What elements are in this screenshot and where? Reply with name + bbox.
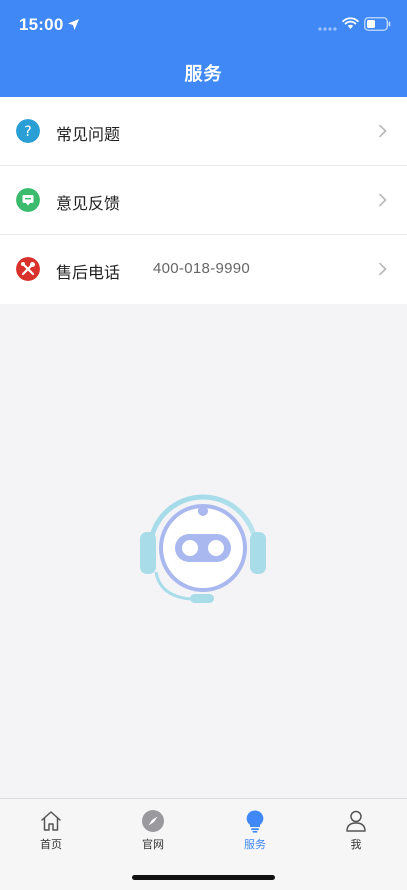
cellular-signal-icon	[318, 27, 337, 31]
tab-label: 我	[350, 838, 362, 851]
hotline-number[interactable]: 400-018-9990	[153, 260, 250, 277]
compass-icon	[142, 810, 164, 832]
battery-icon	[364, 17, 391, 31]
question-icon: ?	[16, 119, 40, 143]
feedback-icon	[16, 188, 40, 212]
bulb-icon	[246, 810, 264, 833]
tab-website[interactable]: 官网	[102, 799, 204, 859]
menu-item-hotline[interactable]: 售后电话 400-018-9990	[0, 235, 407, 304]
menu-item-label: 意见反馈	[56, 194, 121, 213]
tab-home[interactable]: 首页	[0, 799, 102, 859]
robot-assistant-icon	[140, 494, 266, 603]
home-icon	[41, 811, 61, 831]
svg-text:?: ?	[24, 124, 31, 140]
menu-item-label: 常见问题	[56, 125, 121, 144]
menu-item-feedback[interactable]: 意见反馈	[0, 166, 407, 235]
app-header: 15:00 服务	[0, 0, 407, 97]
tab-service[interactable]: 服务	[204, 799, 306, 859]
chevron-right-icon	[379, 124, 387, 138]
service-menu: ? 常见问题 意见反馈 售后电话 400-018-9990	[0, 97, 407, 304]
tab-label: 首页	[40, 838, 62, 851]
chevron-right-icon	[379, 262, 387, 276]
page-title: 服务	[184, 64, 223, 85]
tools-icon	[16, 257, 40, 281]
status-time: 15:00	[19, 15, 64, 34]
home-indicator	[132, 875, 275, 880]
location-arrow-icon	[68, 19, 79, 30]
person-icon	[346, 810, 366, 832]
wifi-icon	[342, 17, 359, 29]
chevron-right-icon	[379, 193, 387, 207]
tab-label: 官网	[142, 838, 164, 851]
menu-item-faq[interactable]: ? 常见问题	[0, 97, 407, 166]
menu-item-label: 售后电话	[56, 263, 121, 282]
tab-label: 服务	[244, 838, 266, 851]
tab-me[interactable]: 我	[305, 799, 407, 859]
